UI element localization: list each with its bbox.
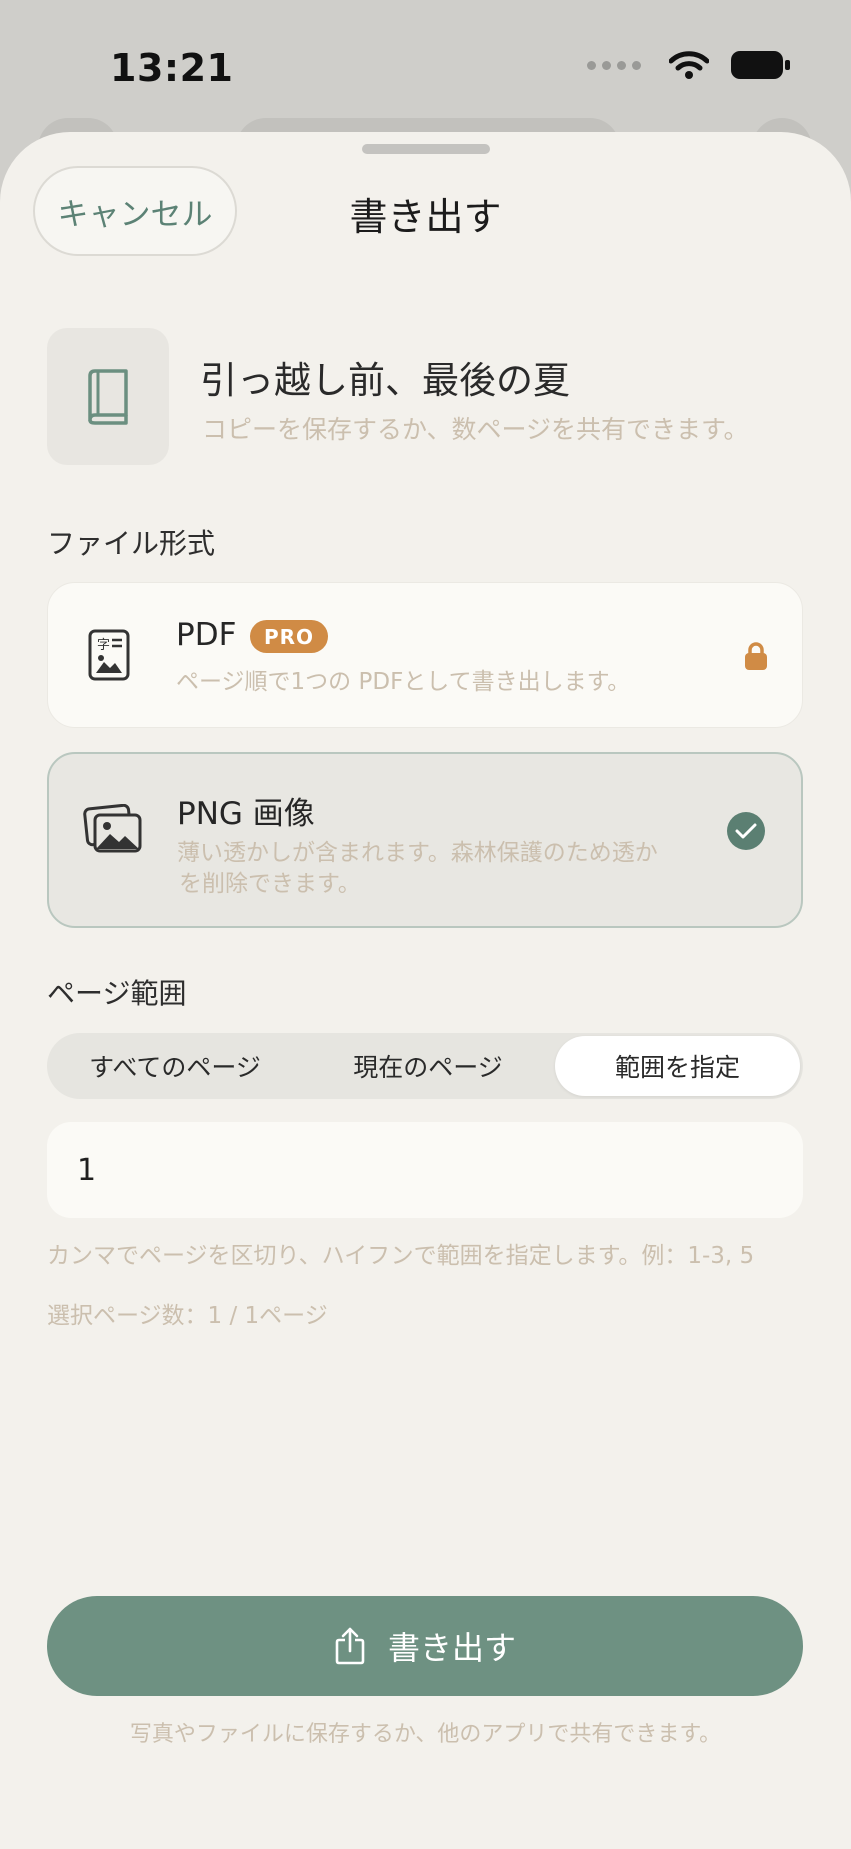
page-range-label: ページ範囲 [47, 977, 187, 1010]
page-range-input[interactable] [47, 1122, 803, 1218]
format-option-pdf[interactable]: 字 PDF PRO ページ順で1つの PDFとして書き出します。 [47, 582, 803, 728]
format-name-pdf: PDF [176, 617, 237, 653]
segment-custom-range[interactable]: 範囲を指定 [555, 1036, 800, 1096]
segment-all-pages[interactable]: すべてのページ [47, 1033, 303, 1099]
images-icon [83, 804, 142, 853]
share-icon [335, 1627, 365, 1665]
export-button-label: 書き出す [387, 1629, 516, 1667]
pro-badge: PRO [250, 620, 329, 653]
segment-current-page[interactable]: 現在のページ [303, 1033, 553, 1099]
page-range-segmented-control: すべてのページ 現在のページ 範囲を指定 [47, 1033, 803, 1099]
lock-icon [745, 642, 767, 670]
selected-page-count: 選択ページ数：1 / 1ページ [47, 1303, 328, 1329]
range-hint: カンマでページを区切り、ハイフンで範囲を指定します。例：1-3, 5 [47, 1243, 755, 1269]
format-description-png-line1: 薄い透かしが含まれます。森林保護のため透か [177, 840, 658, 866]
battery-icon [731, 51, 790, 79]
export-footer-note: 写真やファイルに保存するか、他のアプリで共有できます。 [129, 1722, 722, 1747]
pdf-document-icon: 字 [88, 629, 130, 681]
checkmark-icon [727, 812, 765, 850]
wifi-icon [669, 51, 709, 79]
status-bar: 13:21 [0, 0, 851, 130]
document-title: 引っ越し前、最後の夏 [200, 359, 570, 402]
file-format-label: ファイル形式 [47, 527, 216, 560]
book-icon [88, 368, 128, 425]
sheet-title: 書き出す [349, 195, 502, 239]
sheet-grabber[interactable] [362, 144, 490, 154]
export-button[interactable]: 書き出す [47, 1596, 803, 1696]
svg-text:字: 字 [97, 638, 110, 653]
cellular-dots-icon [587, 60, 641, 70]
format-description-pdf: ページ順で1つの PDFとして書き出します。 [176, 669, 631, 695]
format-option-png[interactable]: PNG 画像 薄い透かしが含まれます。森林保護のため透か を削除できます。 [47, 752, 803, 928]
document-subtitle: コピーを保存するか、数ページを共有できます。 [202, 415, 749, 444]
format-description-png-line2: を削除できます。 [179, 871, 361, 897]
status-time: 13:21 [110, 46, 234, 90]
format-name-png: PNG 画像 [177, 796, 315, 832]
status-icons [587, 50, 791, 80]
document-thumbnail [47, 328, 169, 465]
